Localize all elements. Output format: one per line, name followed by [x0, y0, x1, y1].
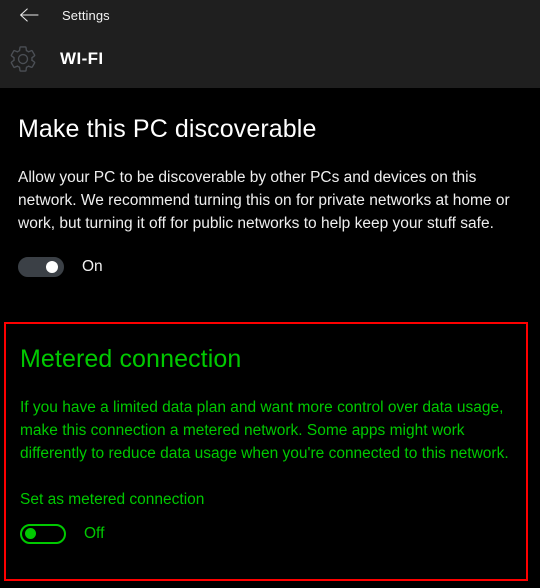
metered-heading: Metered connection — [20, 345, 242, 373]
metered-toggle-caption: Set as metered connection — [20, 491, 205, 508]
metered-toggle[interactable] — [20, 524, 66, 544]
discoverable-description: Allow your PC to be discoverable by othe… — [18, 169, 510, 232]
back-button[interactable] — [12, 2, 46, 28]
toggle-knob — [46, 261, 58, 273]
discoverable-heading: Make this PC discoverable — [18, 115, 317, 143]
window-titlebar: Settings — [0, 0, 540, 30]
page-header: WI-FI — [0, 30, 540, 88]
metered-toggle-label: Off — [84, 525, 105, 542]
toggle-knob — [25, 528, 36, 539]
main-content: Make this PC discoverable Allow your PC … — [0, 88, 540, 277]
titlebar-title: Settings — [62, 7, 110, 23]
discoverable-toggle-label: On — [82, 258, 103, 275]
gear-icon — [5, 41, 41, 77]
discoverable-toggle[interactable] — [18, 257, 64, 277]
metered-connection-section: Metered connection If you have a limited… — [4, 322, 528, 581]
metered-description: If you have a limited data plan and want… — [20, 399, 509, 462]
back-arrow-icon — [19, 8, 39, 22]
page-title: WI-FI — [60, 49, 104, 68]
discoverable-toggle-row: On — [18, 235, 522, 277]
metered-toggle-row: Off — [20, 509, 512, 544]
